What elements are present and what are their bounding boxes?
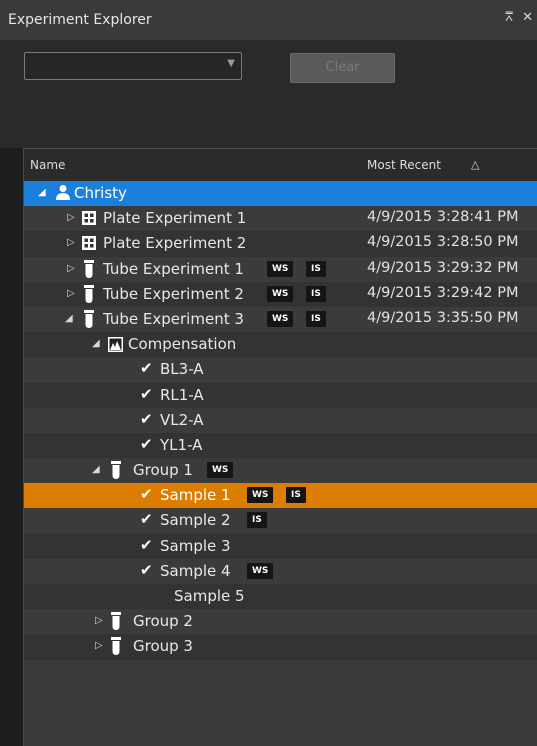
is-badge: IS [306,310,326,327]
tube-icon [111,461,121,480]
is-badge: IS [286,487,306,504]
column-header-name[interactable]: Name [30,158,65,172]
window-title: Experiment Explorer [8,12,152,28]
tree-row-compensation-item[interactable]: ✔ BL3-A [24,357,537,382]
tree-row-group[interactable]: ◢ Group 1 WS [24,458,537,483]
close-icon[interactable]: ✕ [522,10,533,25]
collapse-arrow-icon[interactable]: ◢ [92,464,102,475]
tree-label: Group 2 [133,612,193,631]
most-recent-date: 4/9/2015 3:29:42 PM [367,284,519,301]
expand-arrow-icon[interactable]: ▷ [95,640,105,651]
tree-label: RL1-A [160,385,204,404]
tube-icon [111,612,121,631]
tree-header: Name Most Recent △ [24,149,537,181]
tube-icon [84,309,94,328]
expand-arrow-icon[interactable]: ▷ [67,237,77,248]
column-header-most-recent[interactable]: Most Recent [367,158,441,172]
checkmark-icon: ✔ [140,560,153,579]
is-badge: IS [306,285,326,302]
expand-arrow-icon[interactable]: ▷ [95,615,105,626]
collapse-arrow-icon[interactable]: ◢ [65,313,75,324]
tree-label: YL1-A [160,435,203,454]
user-icon [56,185,70,200]
tree-row-sample[interactable]: ✔ Sample 4 WS [24,559,537,584]
expand-arrow-icon[interactable]: ▷ [67,288,77,299]
tree-label: Sample 2 [160,511,231,530]
tree-row-group[interactable]: ▷ Group 3 [24,634,537,660]
checkmark-icon: ✔ [140,409,153,428]
tree-row-christy[interactable]: ◢ Christy [24,181,537,207]
collapse-arrow-icon[interactable]: ◢ [38,187,48,198]
chevron-down-icon[interactable]: ▼ [227,58,235,69]
tube-icon [111,637,121,656]
tree-label: Plate Experiment 1 [103,209,247,228]
tree-label: Tube Experiment 2 [103,284,244,303]
ws-badge: WS [267,260,294,277]
tree-row-experiment[interactable]: ▷ Plate Experiment 1 4/9/2015 3:28:41 PM [24,206,537,231]
tree-label: Compensation [128,335,237,354]
tree-label: Sample 4 [160,561,231,580]
tree-label: Group 3 [133,637,193,656]
collapse-arrow-icon[interactable]: ◢ [92,338,102,349]
tree-row-compensation-item[interactable]: ✔ RL1-A [24,382,537,408]
tree-label: Sample 3 [160,536,231,555]
tree-label: Sample 1 [160,486,231,505]
tree-label: Plate Experiment 2 [103,234,247,253]
expand-arrow-icon[interactable]: ▷ [67,212,77,223]
tree-label: Sample 5 [174,587,245,605]
ws-badge: WS [207,462,234,479]
ws-badge: WS [267,285,294,302]
expand-arrow-icon[interactable]: ▷ [67,263,77,274]
most-recent-date: 4/9/2015 3:35:50 PM [367,309,519,326]
checkmark-icon: ✔ [140,434,153,453]
tree-row-experiment[interactable]: ▷ Tube Experiment 1 WS IS 4/9/2015 3:29:… [24,257,537,282]
tree-row-sample[interactable]: ✔ Sample 3 [24,533,537,559]
experiment-filter-combobox[interactable]: ▼ [24,52,242,80]
checkmark-icon: ✔ [140,384,153,403]
tree-row-experiment[interactable]: ▷ Tube Experiment 2 WS IS 4/9/2015 3:29:… [24,281,537,307]
tree-label: VL2-A [160,410,204,429]
tree-row-sample[interactable]: ✔ Sample 2 IS [24,508,537,533]
title-bar: Experiment Explorer ⩞ ✕ [0,0,537,40]
tree-row-sample[interactable]: ✔ Sample 1 WS IS [24,483,537,509]
tree-row-sample[interactable]: Sample 5 [24,584,537,610]
tree-label: Christy [74,184,127,202]
pin-icon[interactable]: ⩞ [505,10,513,25]
tree-row-compensation[interactable]: ◢ Compensation [24,332,537,358]
tree-label: Tube Experiment 3 [103,309,244,328]
tree-label: BL3-A [160,360,204,379]
most-recent-date: 4/9/2015 3:28:41 PM [367,209,519,226]
checkmark-icon: ✔ [140,485,153,504]
tree-row-compensation-item[interactable]: ✔ VL2-A [24,408,537,433]
compensation-chart-icon [108,337,123,353]
ws-badge: WS [267,310,294,327]
tree-row-experiment[interactable]: ▷ Plate Experiment 2 4/9/2015 3:28:50 PM [24,231,537,257]
checkmark-icon: ✔ [140,510,153,529]
most-recent-date: 4/9/2015 3:29:32 PM [367,259,519,276]
ws-badge: WS [247,487,274,504]
sort-ascending-icon[interactable]: △ [471,158,479,171]
tree-row-compensation-item[interactable]: ✔ YL1-A [24,432,537,459]
tree-label: Tube Experiment 1 [103,259,244,278]
ws-badge: WS [247,562,274,579]
experiment-tree[interactable]: Name Most Recent △ ◢ Christy ▷ Plate Exp… [23,148,537,746]
clear-button[interactable]: Clear [290,53,395,83]
checkmark-icon: ✔ [140,359,153,378]
tree-row-experiment[interactable]: ◢ Tube Experiment 3 WS IS 4/9/2015 3:35:… [24,307,537,332]
checkmark-icon: ✔ [140,535,153,554]
is-badge: IS [306,260,326,277]
tree-label: Group 1 [133,461,193,480]
most-recent-date: 4/9/2015 3:28:50 PM [367,234,519,251]
tree-row-group[interactable]: ▷ Group 2 [24,609,537,634]
plate-icon [82,211,96,226]
tube-icon [84,284,94,303]
tube-icon [84,259,94,278]
plate-icon [82,236,96,251]
is-badge: IS [247,512,267,529]
